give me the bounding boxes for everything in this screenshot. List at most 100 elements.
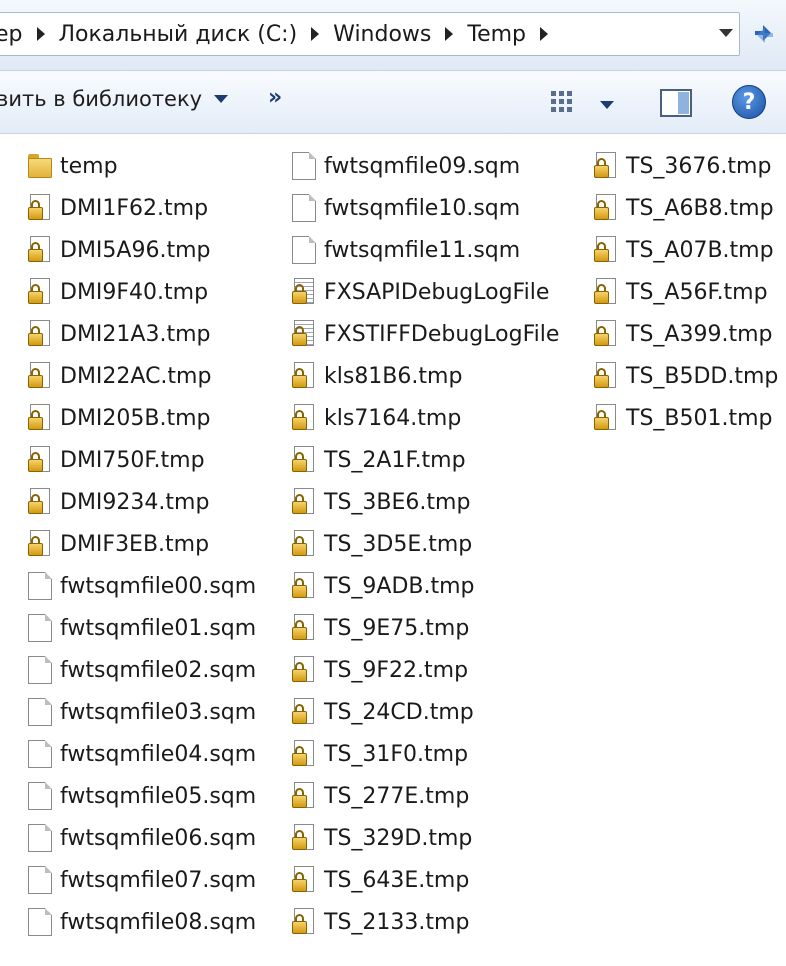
locked-file-icon bbox=[292, 740, 316, 768]
file-name: kls7164.tmp bbox=[324, 405, 462, 431]
file-item[interactable]: fwtsqmfile09.sqm bbox=[292, 145, 559, 187]
file-item[interactable]: TS_A6B8.tmp bbox=[594, 187, 778, 229]
file-item[interactable]: fwtsqmfile05.sqm bbox=[28, 775, 256, 817]
file-item[interactable]: TS_3D5E.tmp bbox=[292, 523, 559, 565]
file-item[interactable]: DMI22AC.tmp bbox=[28, 355, 256, 397]
file-name: TS_B5DD.tmp bbox=[626, 363, 779, 389]
file-item[interactable]: TS_2133.tmp bbox=[292, 901, 559, 943]
file-icon bbox=[28, 782, 52, 810]
chevron-right-icon[interactable] bbox=[36, 27, 45, 41]
log-file-icon bbox=[292, 320, 316, 348]
chevron-right-icon[interactable] bbox=[311, 27, 320, 41]
file-item[interactable]: TS_329D.tmp bbox=[292, 817, 559, 859]
file-name: fwtsqmfile07.sqm bbox=[60, 867, 257, 893]
file-name: fwtsqmfile04.sqm bbox=[60, 741, 257, 767]
file-item[interactable]: TS_B5DD.tmp bbox=[594, 355, 778, 397]
locked-file-icon bbox=[594, 194, 618, 222]
breadcrumb[interactable]: ер Локальный диск (C:) Windows Temp bbox=[0, 12, 740, 56]
file-name: DMI9234.tmp bbox=[60, 489, 210, 515]
locked-file-icon bbox=[28, 236, 52, 264]
file-item[interactable]: TS_B501.tmp bbox=[594, 397, 778, 439]
file-item[interactable]: fwtsqmfile07.sqm bbox=[28, 859, 256, 901]
file-item[interactable]: kls81B6.tmp bbox=[292, 355, 559, 397]
file-item[interactable]: TS_A399.tmp bbox=[594, 313, 778, 355]
file-item[interactable]: TS_A56F.tmp bbox=[594, 271, 778, 313]
file-item[interactable]: DMI9F40.tmp bbox=[28, 271, 256, 313]
file-item[interactable]: DMI1F62.tmp bbox=[28, 187, 256, 229]
file-name: TS_277E.tmp bbox=[324, 783, 470, 809]
file-column-3: TS_3676.tmp TS_A6B8.tmp TS_A07B.tmp TS_A56F… bbox=[594, 145, 778, 439]
file-item[interactable]: fwtsqmfile10.sqm bbox=[292, 187, 559, 229]
folder-item[interactable]: temp bbox=[28, 145, 256, 187]
file-item[interactable]: TS_3676.tmp bbox=[594, 145, 778, 187]
file-item[interactable]: fwtsqmfile11.sqm bbox=[292, 229, 559, 271]
file-name: FXSTIFFDebugLogFile bbox=[324, 321, 560, 347]
file-item[interactable]: FXSAPIDebugLogFile bbox=[292, 271, 559, 313]
breadcrumb-item-windows[interactable]: Windows bbox=[325, 22, 439, 47]
file-name: DMI205B.tmp bbox=[60, 405, 211, 431]
more-commands-button[interactable]: » bbox=[268, 85, 282, 110]
breadcrumb-item-local-disk[interactable]: Локальный диск (C:) bbox=[51, 22, 306, 47]
file-item[interactable]: DMI5A96.tmp bbox=[28, 229, 256, 271]
file-name: TS_A399.tmp bbox=[626, 321, 773, 347]
locked-file-icon bbox=[292, 530, 316, 558]
file-name: fwtsqmfile08.sqm bbox=[60, 909, 257, 935]
file-item[interactable]: TS_9E75.tmp bbox=[292, 607, 559, 649]
locked-file-icon bbox=[292, 404, 316, 432]
file-item[interactable]: fwtsqmfile08.sqm bbox=[28, 901, 256, 943]
file-icon bbox=[28, 572, 52, 600]
breadcrumb-item-temp[interactable]: Temp bbox=[459, 22, 534, 47]
breadcrumb-item-parent[interactable]: ер bbox=[0, 22, 31, 47]
file-name: temp bbox=[60, 153, 118, 179]
file-name: fwtsqmfile01.sqm bbox=[60, 615, 257, 641]
file-item[interactable]: TS_24CD.tmp bbox=[292, 691, 559, 733]
file-icon bbox=[28, 866, 52, 894]
file-item[interactable]: TS_277E.tmp bbox=[292, 775, 559, 817]
file-icon bbox=[28, 740, 52, 768]
file-item[interactable]: kls7164.tmp bbox=[292, 397, 559, 439]
file-item[interactable]: DMI750F.tmp bbox=[28, 439, 256, 481]
locked-file-icon bbox=[594, 152, 618, 180]
file-name: DMI21A3.tmp bbox=[60, 321, 211, 347]
chevron-right-icon[interactable] bbox=[445, 27, 454, 41]
file-item[interactable]: FXSTIFFDebugLogFile bbox=[292, 313, 559, 355]
file-item[interactable]: TS_A07B.tmp bbox=[594, 229, 778, 271]
locked-file-icon bbox=[594, 320, 618, 348]
file-name: TS_31F0.tmp bbox=[324, 741, 469, 767]
file-item[interactable]: fwtsqmfile06.sqm bbox=[28, 817, 256, 859]
locked-file-icon bbox=[28, 320, 52, 348]
file-item[interactable]: fwtsqmfile03.sqm bbox=[28, 691, 256, 733]
file-item[interactable]: TS_31F0.tmp bbox=[292, 733, 559, 775]
chevron-right-icon[interactable] bbox=[540, 27, 549, 41]
chevron-down-icon[interactable] bbox=[600, 101, 614, 109]
preview-pane-button[interactable] bbox=[660, 89, 692, 121]
file-item[interactable]: fwtsqmfile00.sqm bbox=[28, 565, 256, 607]
file-name: TS_9F22.tmp bbox=[324, 657, 469, 683]
file-item[interactable]: fwtsqmfile01.sqm bbox=[28, 607, 256, 649]
locked-file-icon bbox=[292, 824, 316, 852]
file-item[interactable]: TS_3BE6.tmp bbox=[292, 481, 559, 523]
help-button[interactable]: ? bbox=[732, 85, 766, 119]
address-bar: ер Локальный диск (C:) Windows Temp bbox=[0, 0, 786, 70]
file-item[interactable]: TS_9ADB.tmp bbox=[292, 565, 559, 607]
file-item[interactable]: DMIF3EB.tmp bbox=[28, 523, 256, 565]
file-item[interactable]: DMI205B.tmp bbox=[28, 397, 256, 439]
locked-file-icon bbox=[594, 362, 618, 390]
file-item[interactable]: DMI21A3.tmp bbox=[28, 313, 256, 355]
file-name: fwtsqmfile00.sqm bbox=[60, 573, 257, 599]
file-item[interactable]: DMI9234.tmp bbox=[28, 481, 256, 523]
file-item[interactable]: TS_9F22.tmp bbox=[292, 649, 559, 691]
file-item[interactable]: TS_643E.tmp bbox=[292, 859, 559, 901]
file-item[interactable]: fwtsqmfile04.sqm bbox=[28, 733, 256, 775]
file-name: fwtsqmfile02.sqm bbox=[60, 657, 257, 683]
address-history-dropdown-icon[interactable] bbox=[719, 29, 733, 37]
file-name: TS_24CD.tmp bbox=[324, 699, 474, 725]
file-name: DMI750F.tmp bbox=[60, 447, 205, 473]
change-view-button[interactable] bbox=[550, 89, 580, 119]
add-to-library-button[interactable]: вить в библиотеку bbox=[0, 87, 229, 111]
file-name: DMI5A96.tmp bbox=[60, 237, 211, 263]
file-item[interactable]: TS_2A1F.tmp bbox=[292, 439, 559, 481]
file-name: TS_A07B.tmp bbox=[626, 237, 774, 263]
file-item[interactable]: fwtsqmfile02.sqm bbox=[28, 649, 256, 691]
refresh-button[interactable] bbox=[742, 12, 786, 56]
